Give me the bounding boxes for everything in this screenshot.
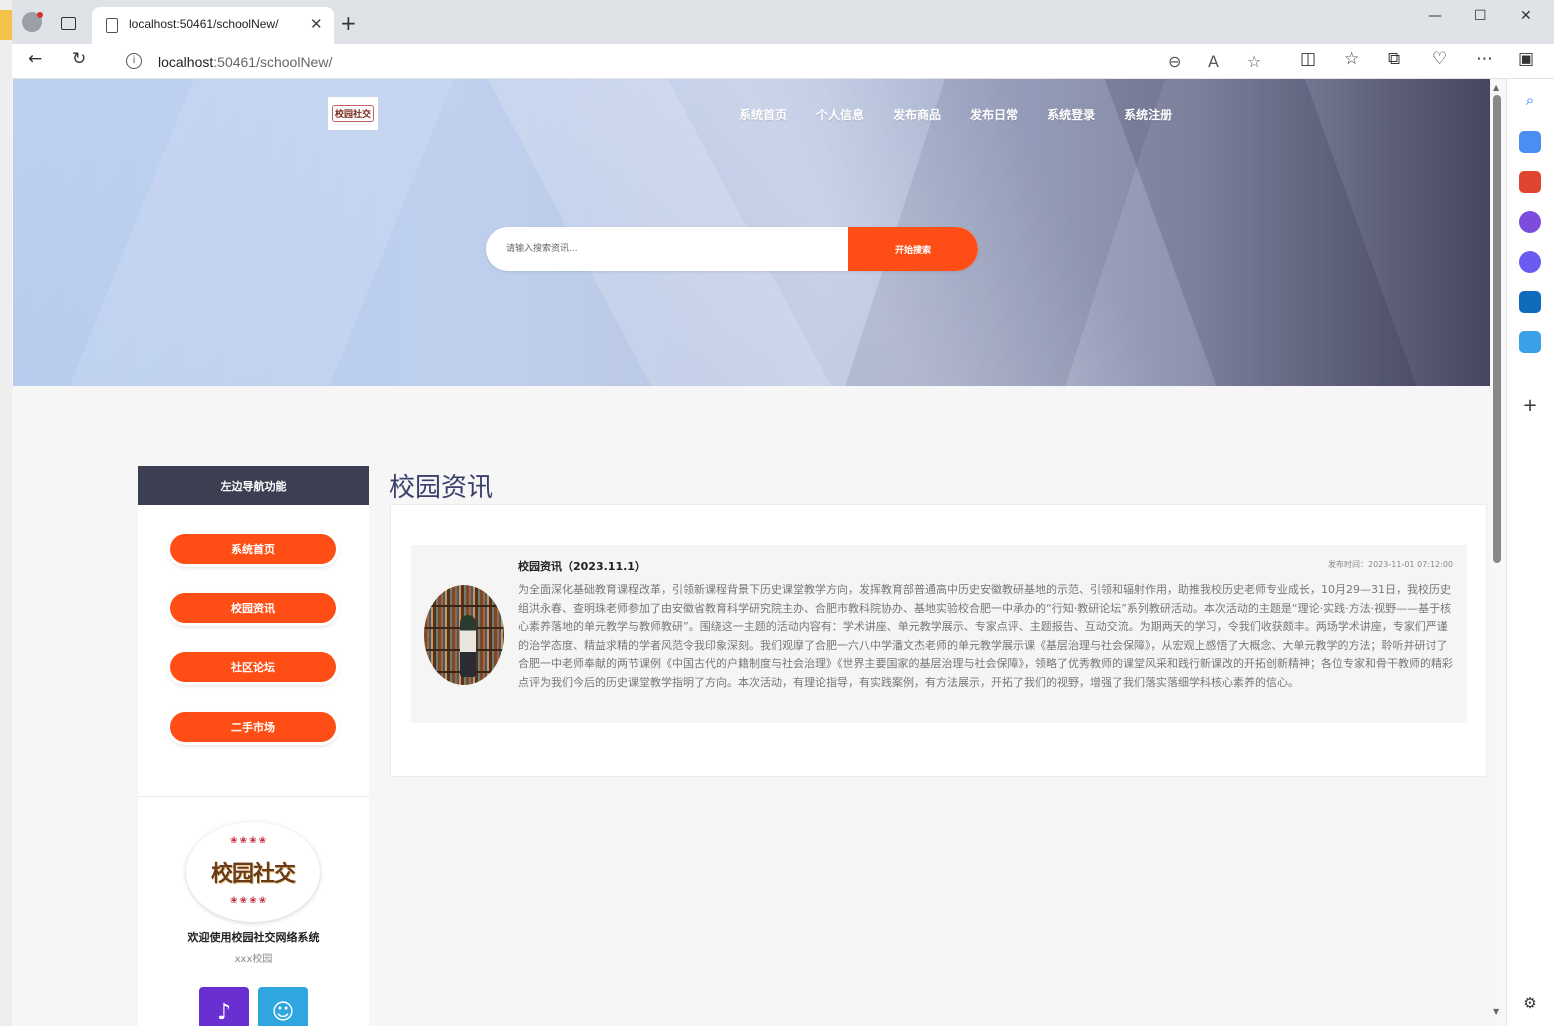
news-thumbnail[interactable]	[424, 585, 504, 685]
left-nav-news-button[interactable]: 校园资讯	[170, 593, 336, 623]
nav-item-post-product[interactable]: 发布商品	[893, 106, 941, 123]
left-nav-panel: 左边导航功能 系统首页 校园资讯 社区论坛 二手市场 ❀❀❀❀ 校园社交 ❀❀❀…	[138, 466, 369, 1026]
hero-banner: 校园社交 系统首页 个人信息 发布商品 发布日常 系统登录 系统注册 开始搜索	[13, 79, 1490, 386]
news-item[interactable]: 校园资讯（2023.11.1） 发布时间：2023-11-01 07:12:00…	[411, 545, 1467, 723]
section-title: 校园资讯	[389, 473, 494, 503]
left-background-window	[0, 0, 12, 1026]
send-icon[interactable]	[1519, 331, 1541, 353]
outlook-icon[interactable]	[1519, 291, 1541, 313]
people-app-icon[interactable]: ☺	[258, 987, 308, 1026]
close-tab-icon[interactable]: ✕	[310, 15, 323, 33]
read-aloud-icon[interactable]: A	[1208, 52, 1219, 71]
news-panel: 校园资讯（2023.11.1） 发布时间：2023-11-01 07:12:00…	[390, 504, 1487, 777]
logo-text: 校园社交	[331, 105, 374, 122]
office-icon[interactable]	[1519, 251, 1541, 273]
info-icon[interactable]: i	[126, 53, 142, 69]
school-name: xxx校园	[234, 954, 273, 965]
scroll-up-icon[interactable]: ▲	[1493, 83, 1499, 92]
add-icon[interactable]: +	[1519, 395, 1541, 417]
close-window-icon[interactable]: ✕	[1520, 8, 1532, 24]
left-nav-header: 左边导航功能	[138, 466, 369, 505]
sidebar-toggle-icon[interactable]: ▣	[1518, 49, 1534, 69]
person-figure	[460, 615, 476, 677]
address-bar[interactable]: i localhost:50461/schoolNew/ ⊖ A ☆	[110, 47, 1284, 77]
browser-tab-bar: localhost:50461/schoolNew/ ✕ + — ☐ ✕	[0, 0, 1554, 44]
browser-essentials-icon[interactable]: ♡	[1432, 49, 1447, 69]
shopping-tag-icon[interactable]	[1519, 131, 1541, 153]
news-title[interactable]: 校园资讯（2023.11.1）	[518, 558, 646, 574]
news-timestamp: 发布时间：2023-11-01 07:12:00	[1328, 560, 1453, 569]
nav-item-profile[interactable]: 个人信息	[816, 106, 864, 123]
tab-actions-icon[interactable]	[61, 17, 76, 30]
page-icon	[106, 18, 118, 33]
more-menu-icon[interactable]: ⋯	[1476, 49, 1493, 69]
rose-decoration-icon: ❀❀❀❀	[230, 896, 269, 906]
folder-icon	[0, 10, 12, 40]
url-host: localhost	[158, 54, 214, 70]
nav-item-register[interactable]: 系统注册	[1124, 106, 1172, 123]
favorite-star-icon[interactable]: ☆	[1247, 52, 1261, 71]
tools-icon[interactable]	[1519, 171, 1541, 193]
scroll-down-icon[interactable]: ▼	[1493, 1007, 1499, 1016]
url-text: localhost:50461/schoolNew/	[158, 54, 332, 70]
maximize-icon[interactable]: ☐	[1474, 8, 1487, 24]
browser-tab[interactable]: localhost:50461/schoolNew/ ✕	[92, 7, 334, 44]
search-icon[interactable]: ⌕	[1519, 89, 1541, 111]
back-icon[interactable]: ←	[28, 49, 42, 69]
profile-logo-text: 校园社交	[210, 862, 296, 887]
search-input[interactable]	[486, 227, 848, 271]
search-button[interactable]: 开始搜索	[848, 227, 978, 271]
games-icon[interactable]	[1519, 211, 1541, 233]
site-logo[interactable]: 校园社交	[328, 97, 378, 130]
favorites-icon[interactable]: ☆	[1344, 49, 1359, 69]
notification-dot-icon	[37, 12, 43, 18]
browser-toolbar: ← ↻ i localhost:50461/schoolNew/ ⊖ A ☆ ◫…	[0, 44, 1554, 79]
left-nav-forum-button[interactable]: 社区论坛	[170, 652, 336, 682]
welcome-text: 欢迎使用校园社交网络系统	[187, 931, 320, 944]
left-nav-home-button[interactable]: 系统首页	[170, 534, 336, 564]
settings-gear-icon[interactable]: ⚙	[1519, 992, 1541, 1014]
divider	[138, 796, 369, 797]
browser-sidebar: ⌕ + ⚙	[1506, 79, 1554, 1026]
nav-item-home[interactable]: 系统首页	[739, 106, 787, 123]
refresh-icon[interactable]: ↻	[72, 49, 86, 69]
collections-icon[interactable]: ⧉	[1388, 49, 1400, 69]
split-screen-icon[interactable]: ◫	[1300, 49, 1316, 69]
page-viewport: 校园社交 系统首页 个人信息 发布商品 发布日常 系统登录 系统注册 开始搜索 …	[13, 79, 1490, 1026]
rose-decoration-icon: ❀❀❀❀	[230, 836, 269, 846]
url-path: :50461/schoolNew/	[213, 54, 333, 70]
nav-item-login[interactable]: 系统登录	[1047, 106, 1095, 123]
profile-logo-avatar: ❀❀❀❀ 校园社交 ❀❀❀❀	[186, 822, 320, 922]
tab-title: localhost:50461/schoolNew/	[129, 17, 279, 31]
music-app-icon[interactable]: ♪	[199, 987, 249, 1026]
search-box: 开始搜索	[486, 227, 978, 271]
news-body: 为全面深化基础教育课程改革，引领新课程背景下历史课堂教学方向，发挥教育部普通高中…	[518, 583, 1453, 689]
nav-item-post-daily[interactable]: 发布日常	[970, 106, 1018, 123]
scroll-thumb[interactable]	[1493, 95, 1501, 563]
page-scrollbar[interactable]: ▲ ▼	[1490, 79, 1506, 1026]
left-nav-market-button[interactable]: 二手市场	[170, 712, 336, 742]
zoom-out-icon[interactable]: ⊖	[1168, 52, 1181, 71]
new-tab-icon[interactable]: +	[340, 11, 357, 35]
minimize-icon[interactable]: —	[1428, 8, 1442, 24]
top-nav: 系统首页 个人信息 发布商品 发布日常 系统登录 系统注册	[739, 106, 1201, 123]
